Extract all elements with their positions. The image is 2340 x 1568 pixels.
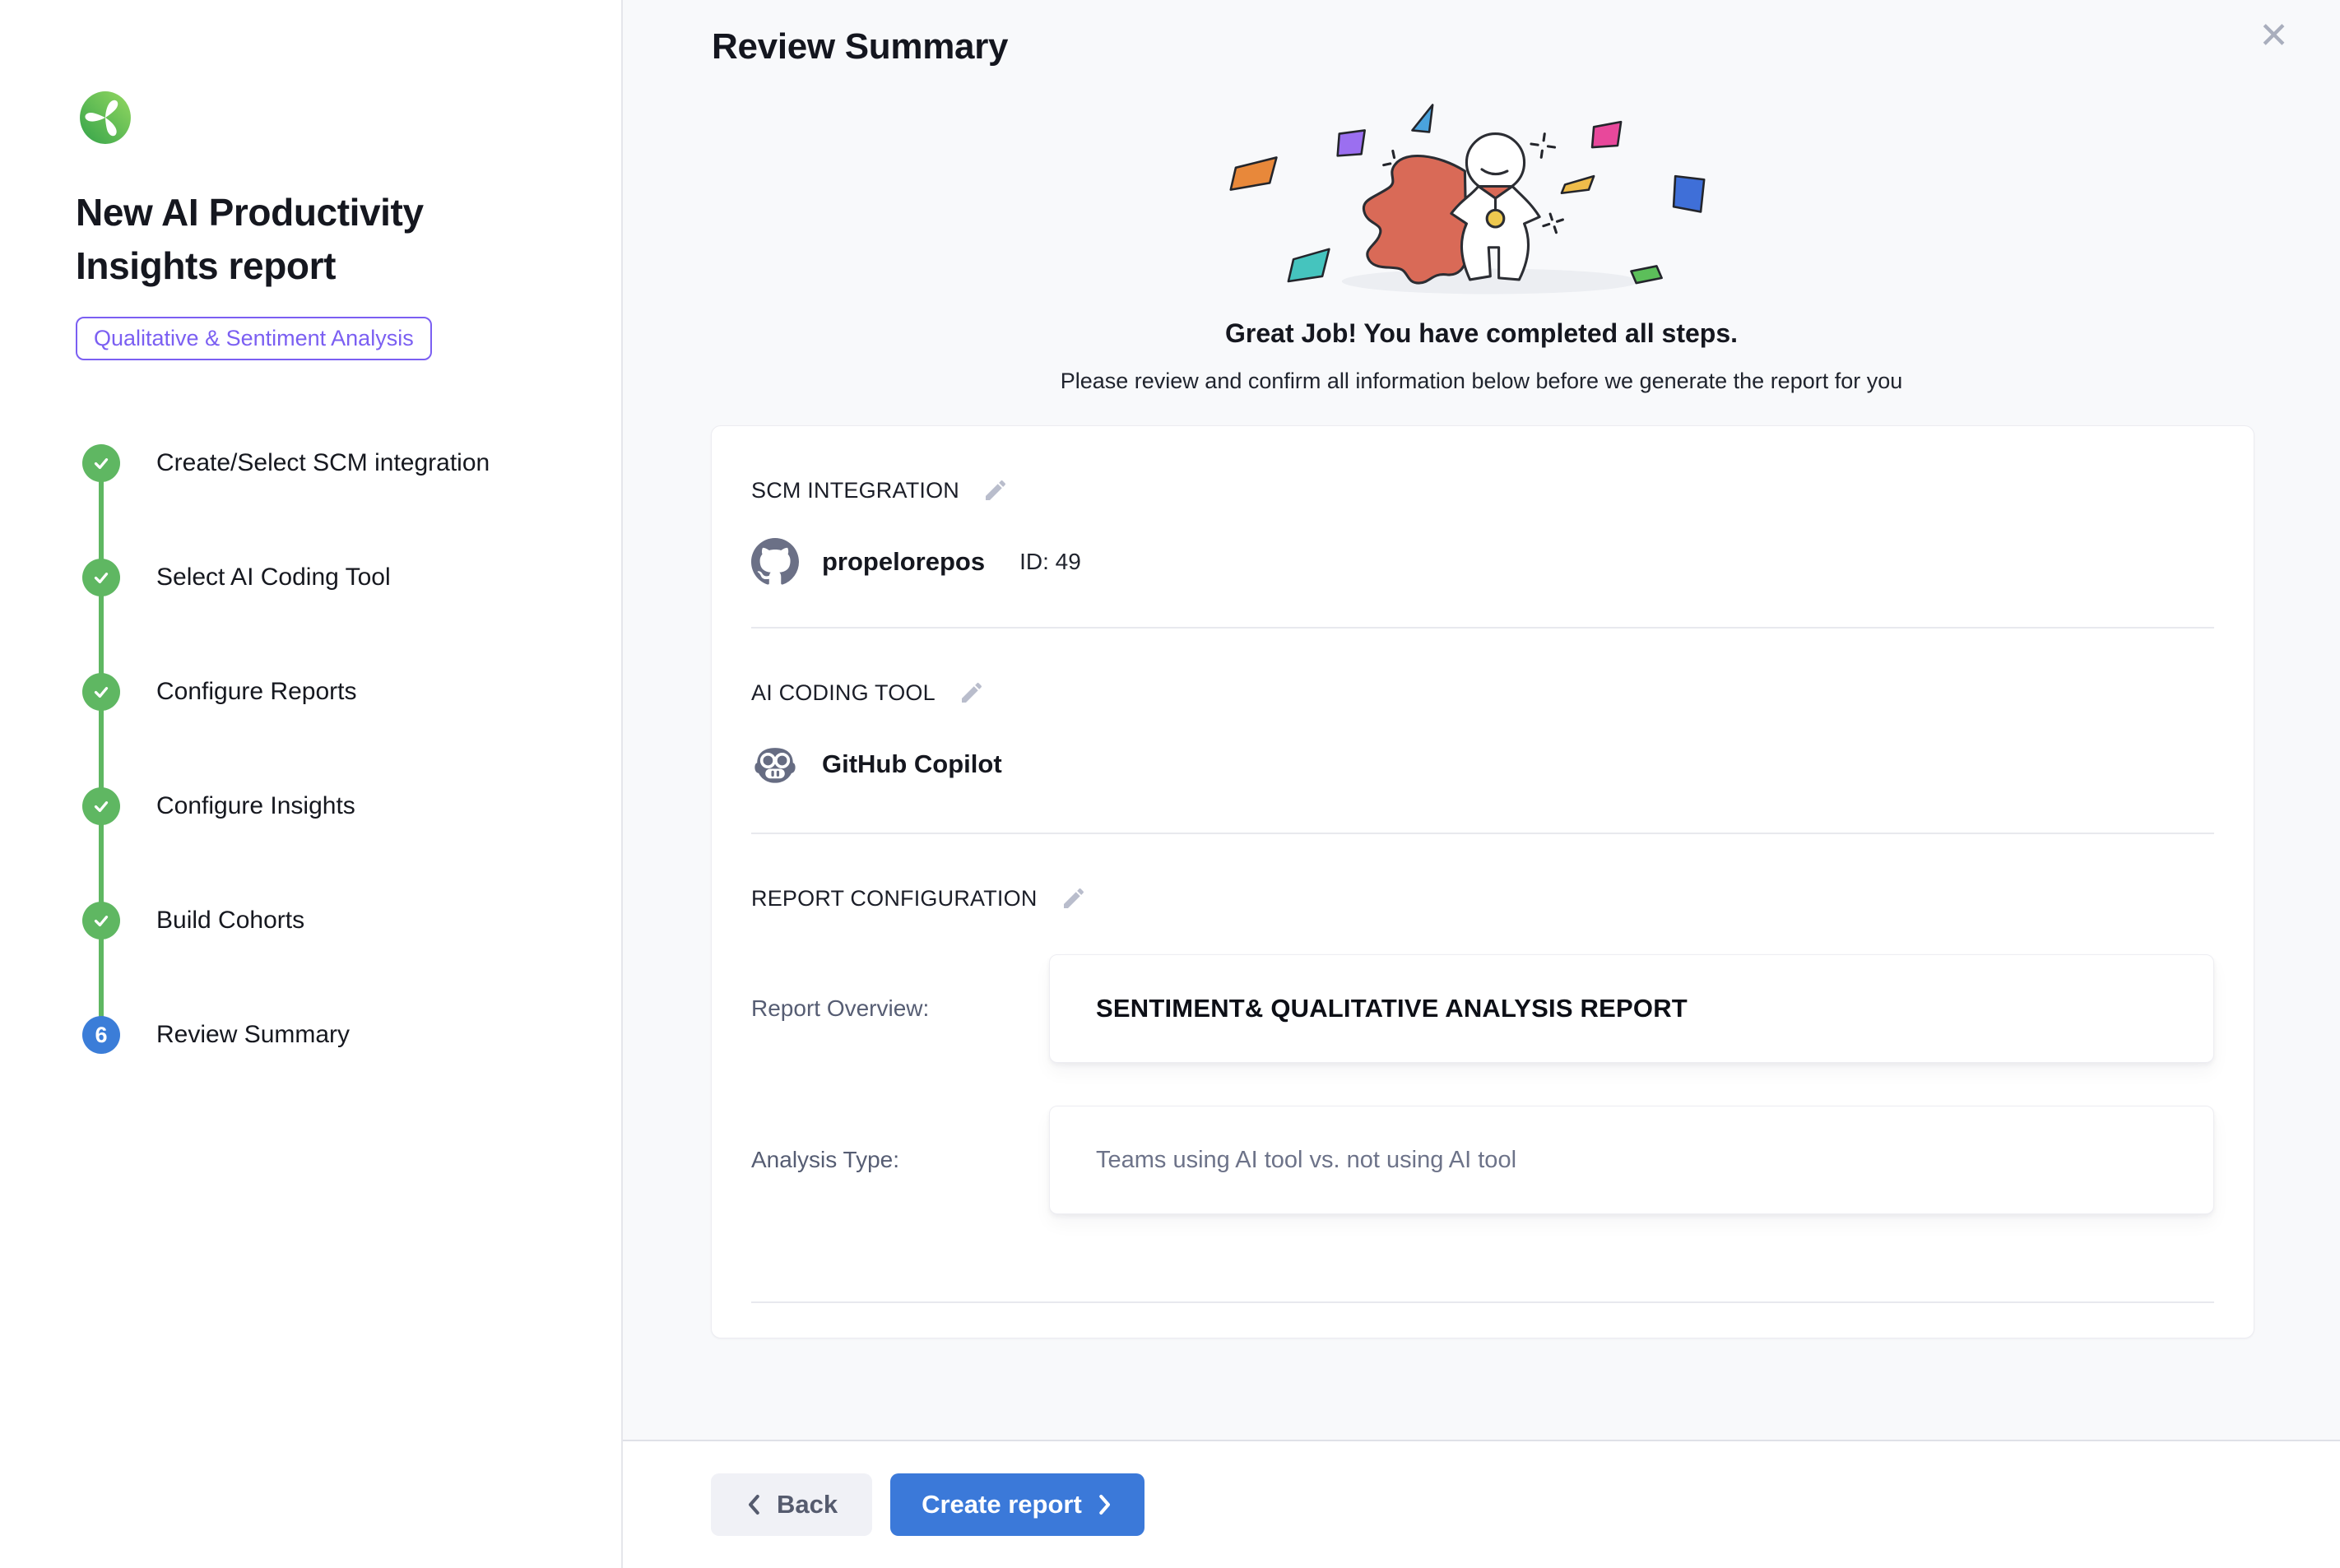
review-summary-panel: Review Summary ✕ xyxy=(623,0,2340,1568)
completion-hero: Great Job! You have completed all steps.… xyxy=(623,97,2340,394)
wizard-type-badge: Qualitative & Sentiment Analysis xyxy=(76,317,432,360)
step-label: Build Cohorts xyxy=(156,907,304,935)
wizard-sidebar: New AI Productivity Insights report Qual… xyxy=(0,0,623,1568)
edit-report-config-icon[interactable] xyxy=(1061,885,1087,912)
ai-tool-section-heading: AI CODING TOOL xyxy=(751,680,936,706)
step-build-cohorts[interactable]: Build Cohorts xyxy=(82,864,621,978)
check-circle-icon xyxy=(82,444,120,482)
step-label: Configure Reports xyxy=(156,678,356,706)
step-create-select-scm[interactable]: Create/Select SCM integration xyxy=(82,406,621,521)
wizard-footer: Back Create report xyxy=(623,1440,2340,1568)
completion-subheading: Please review and confirm all informatio… xyxy=(623,369,2340,394)
summary-card: SCM INTEGRATION propelorepos ID: 49 AI C… xyxy=(711,425,2254,1338)
github-copilot-icon xyxy=(751,740,799,788)
analysis-type-label: Analysis Type: xyxy=(751,1147,1049,1173)
report-overview-value: SENTIMENT& QUALITATIVE ANALYSIS REPORT xyxy=(1096,994,1688,1023)
report-overview-value-box: SENTIMENT& QUALITATIVE ANALYSIS REPORT xyxy=(1049,954,2214,1063)
scm-integration-name: propelorepos xyxy=(822,547,985,577)
step-review-summary[interactable]: 6 Review Summary xyxy=(82,978,621,1092)
step-label: Review Summary xyxy=(156,1021,350,1049)
analysis-type-value: Teams using AI tool vs. not using AI too… xyxy=(1096,1147,1516,1174)
section-divider xyxy=(751,1301,2214,1303)
step-label: Create/Select SCM integration xyxy=(156,449,490,477)
propelo-logo-icon xyxy=(78,90,132,145)
step-select-ai-coding-tool[interactable]: Select AI Coding Tool xyxy=(82,521,621,635)
scm-section-heading: SCM INTEGRATION xyxy=(751,478,959,503)
step-label: Configure Insights xyxy=(156,792,355,820)
scm-integration-id: ID: 49 xyxy=(1019,549,1081,575)
step-configure-insights[interactable]: Configure Insights xyxy=(82,749,621,864)
section-divider xyxy=(751,833,2214,834)
create-report-button[interactable]: Create report xyxy=(890,1473,1144,1536)
celebration-illustration xyxy=(1210,97,1753,303)
report-overview-label: Report Overview: xyxy=(751,995,1049,1022)
github-icon xyxy=(751,538,799,586)
wizard-title: New AI Productivity Insights report xyxy=(76,186,504,294)
page-title: Review Summary xyxy=(712,26,1008,67)
ai-tool-name: GitHub Copilot xyxy=(822,749,1002,779)
check-circle-icon xyxy=(82,673,120,711)
analysis-type-value-box: Teams using AI tool vs. not using AI too… xyxy=(1049,1106,2214,1214)
step-number-badge: 6 xyxy=(82,1016,120,1054)
section-divider xyxy=(751,627,2214,629)
step-label: Select AI Coding Tool xyxy=(156,564,391,591)
close-icon[interactable]: ✕ xyxy=(2259,18,2289,54)
check-circle-icon xyxy=(82,787,120,825)
chevron-left-icon xyxy=(745,1492,764,1517)
step-configure-reports[interactable]: Configure Reports xyxy=(82,635,621,749)
edit-scm-icon[interactable] xyxy=(982,477,1009,503)
completion-heading: Great Job! You have completed all steps. xyxy=(623,318,2340,349)
report-config-section-heading: REPORT CONFIGURATION xyxy=(751,886,1038,912)
chevron-right-icon xyxy=(1095,1492,1113,1517)
check-circle-icon xyxy=(82,559,120,596)
back-button[interactable]: Back xyxy=(711,1473,872,1536)
check-circle-icon xyxy=(82,902,120,939)
edit-ai-tool-icon[interactable] xyxy=(959,680,985,706)
wizard-stepper: Create/Select SCM integration Select AI … xyxy=(82,406,621,1092)
